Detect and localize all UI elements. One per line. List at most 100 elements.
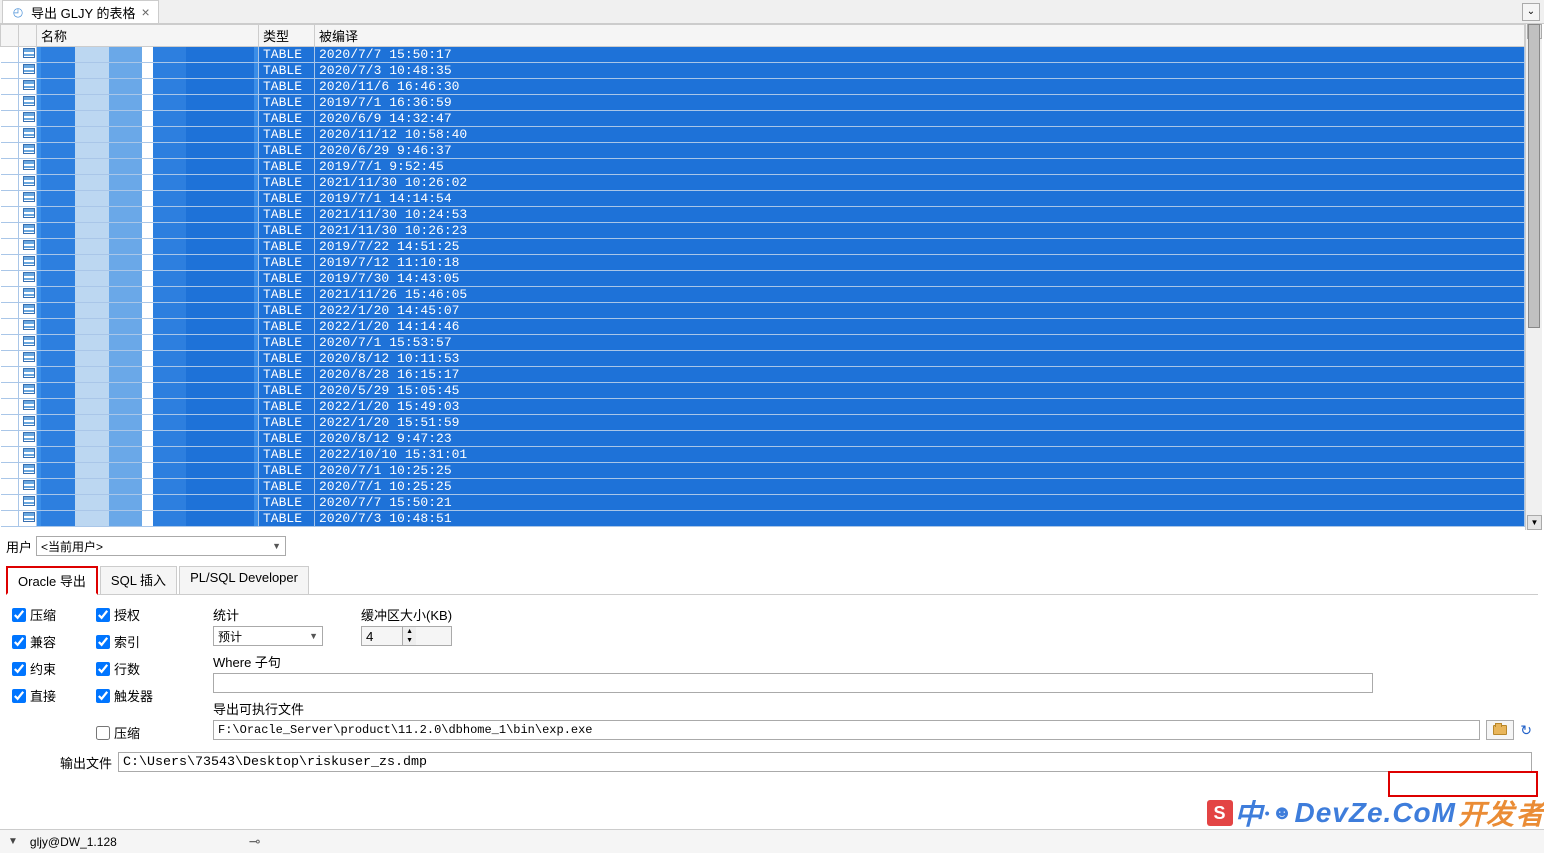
vertical-scrollbar[interactable]: ▲ ▼: [1525, 24, 1542, 530]
table-row[interactable]: TABLE2019/7/12 11:10:18: [1, 255, 1525, 271]
table-row[interactable]: TABLE2020/7/3 10:48:35: [1, 63, 1525, 79]
check-grant-input[interactable]: [96, 608, 110, 622]
row-selector[interactable]: [1, 447, 19, 463]
row-selector[interactable]: [1, 287, 19, 303]
row-selector[interactable]: [1, 271, 19, 287]
refresh-icon[interactable]: ↻: [1520, 722, 1532, 739]
table-row[interactable]: TABLE2022/1/20 15:49:03: [1, 399, 1525, 415]
row-selector[interactable]: [1, 255, 19, 271]
row-selector[interactable]: [1, 495, 19, 511]
tables-grid[interactable]: 名称 类型 被编译 TABLE2020/7/7 15:50:17TABLE202…: [0, 24, 1525, 527]
user-combo[interactable]: <当前用户> ▼: [36, 536, 286, 556]
table-row[interactable]: TABLE2021/11/30 10:24:53: [1, 207, 1525, 223]
tab-dropdown-button[interactable]: ⌄: [1522, 3, 1540, 21]
row-selector[interactable]: [1, 127, 19, 143]
row-selector[interactable]: [1, 479, 19, 495]
pin-icon[interactable]: ⊸: [249, 833, 261, 850]
table-row[interactable]: TABLE2020/7/3 10:48:51: [1, 511, 1525, 527]
row-selector[interactable]: [1, 399, 19, 415]
check-compat-input[interactable]: [12, 635, 26, 649]
table-row[interactable]: TABLE2020/7/7 15:50:21: [1, 495, 1525, 511]
check-constraint[interactable]: 约束: [12, 659, 56, 678]
row-selector[interactable]: [1, 47, 19, 63]
row-selector[interactable]: [1, 95, 19, 111]
table-row[interactable]: TABLE2020/11/12 10:58:40: [1, 127, 1525, 143]
row-selector[interactable]: [1, 303, 19, 319]
tab-oracle-export[interactable]: Oracle 导出: [6, 566, 98, 595]
check-compress2[interactable]: 压缩: [96, 723, 153, 742]
exec-input[interactable]: [213, 720, 1480, 740]
table-row[interactable]: TABLE2022/1/20 14:14:46: [1, 319, 1525, 335]
stats-combo[interactable]: 预计 ▼: [213, 626, 323, 646]
table-row[interactable]: TABLE2021/11/26 15:46:05: [1, 287, 1525, 303]
table-row[interactable]: TABLE2019/7/1 9:52:45: [1, 159, 1525, 175]
check-direct-input[interactable]: [12, 689, 26, 703]
table-row[interactable]: TABLE2020/5/29 15:05:45: [1, 383, 1525, 399]
row-selector[interactable]: [1, 79, 19, 95]
close-icon[interactable]: ×: [142, 4, 150, 20]
row-selector[interactable]: [1, 351, 19, 367]
table-row[interactable]: TABLE2019/7/22 14:51:25: [1, 239, 1525, 255]
table-row[interactable]: TABLE2022/1/20 15:51:59: [1, 415, 1525, 431]
tab-plsql-developer[interactable]: PL/SQL Developer: [179, 566, 309, 594]
table-row[interactable]: TABLE2020/11/6 16:46:30: [1, 79, 1525, 95]
row-selector[interactable]: [1, 319, 19, 335]
where-input[interactable]: [213, 673, 1373, 693]
table-row[interactable]: TABLE2020/7/1 15:53:57: [1, 335, 1525, 351]
check-rows[interactable]: 行数: [96, 659, 153, 678]
table-row[interactable]: TABLE2022/1/20 14:45:07: [1, 303, 1525, 319]
buffer-input[interactable]: [362, 627, 402, 645]
table-row[interactable]: TABLE2019/7/30 14:43:05: [1, 271, 1525, 287]
table-row[interactable]: TABLE2020/8/12 9:47:23: [1, 431, 1525, 447]
spin-up-icon[interactable]: ▲: [403, 627, 416, 636]
table-row[interactable]: TABLE2020/8/28 16:15:17: [1, 367, 1525, 383]
row-selector[interactable]: [1, 63, 19, 79]
header-name[interactable]: 名称: [37, 25, 259, 47]
buffer-spinner[interactable]: ▲▼: [361, 626, 452, 646]
row-selector[interactable]: [1, 383, 19, 399]
table-row[interactable]: TABLE2020/7/7 15:50:17: [1, 47, 1525, 63]
table-row[interactable]: TABLE2022/10/10 15:31:01: [1, 447, 1525, 463]
header-compiled[interactable]: 被编译: [315, 25, 1525, 47]
row-selector[interactable]: [1, 111, 19, 127]
table-row[interactable]: TABLE2021/11/30 10:26:23: [1, 223, 1525, 239]
row-selector[interactable]: [1, 463, 19, 479]
row-selector[interactable]: [1, 511, 19, 527]
browse-exec-button[interactable]: [1486, 720, 1514, 740]
row-selector[interactable]: [1, 143, 19, 159]
header-type[interactable]: 类型: [259, 25, 315, 47]
table-row[interactable]: TABLE2019/7/1 14:14:54: [1, 191, 1525, 207]
check-constraint-input[interactable]: [12, 662, 26, 676]
output-input[interactable]: [118, 752, 1532, 772]
row-selector[interactable]: [1, 335, 19, 351]
tab-sql-insert[interactable]: SQL 插入: [100, 566, 177, 594]
check-direct[interactable]: 直接: [12, 686, 56, 705]
table-row[interactable]: TABLE2020/7/1 10:25:25: [1, 479, 1525, 495]
table-row[interactable]: TABLE2020/6/29 9:46:37: [1, 143, 1525, 159]
scroll-down-button[interactable]: ▼: [1527, 515, 1542, 530]
table-row[interactable]: TABLE2020/7/1 10:25:25: [1, 463, 1525, 479]
row-selector[interactable]: [1, 223, 19, 239]
check-compress2-input[interactable]: [96, 726, 110, 740]
check-grant[interactable]: 授权: [96, 605, 153, 624]
table-row[interactable]: TABLE2020/6/9 14:32:47: [1, 111, 1525, 127]
row-selector[interactable]: [1, 239, 19, 255]
row-selector[interactable]: [1, 191, 19, 207]
check-index-input[interactable]: [96, 635, 110, 649]
document-tab[interactable]: ◴ 导出 GLJY 的表格 ×: [2, 0, 159, 23]
row-selector[interactable]: [1, 207, 19, 223]
scroll-thumb[interactable]: [1528, 24, 1540, 328]
spin-down-icon[interactable]: ▼: [403, 636, 416, 645]
table-row[interactable]: TABLE2019/7/1 16:36:59: [1, 95, 1525, 111]
row-selector[interactable]: [1, 431, 19, 447]
check-trigger[interactable]: 触发器: [96, 686, 153, 705]
table-row[interactable]: TABLE2020/8/12 10:11:53: [1, 351, 1525, 367]
check-compat[interactable]: 兼容: [12, 632, 56, 651]
check-trigger-input[interactable]: [96, 689, 110, 703]
row-selector[interactable]: [1, 367, 19, 383]
check-compress[interactable]: 压缩: [12, 605, 56, 624]
row-selector[interactable]: [1, 175, 19, 191]
row-selector[interactable]: [1, 415, 19, 431]
row-selector[interactable]: [1, 159, 19, 175]
table-row[interactable]: TABLE2021/11/30 10:26:02: [1, 175, 1525, 191]
